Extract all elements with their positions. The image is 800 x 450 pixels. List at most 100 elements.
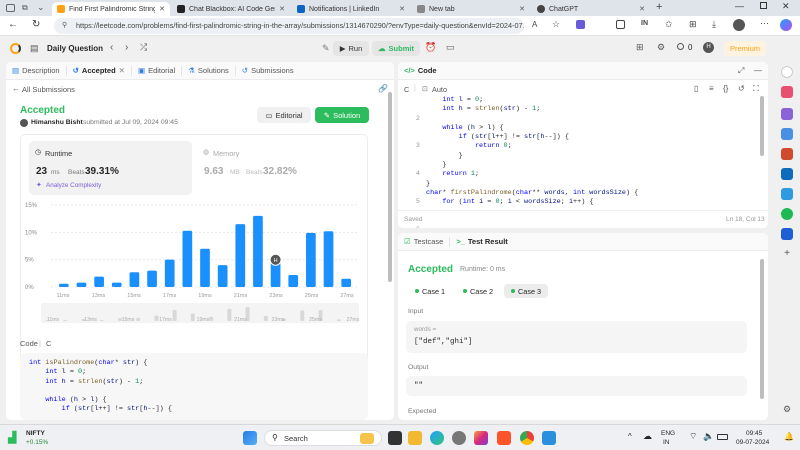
language-top[interactable]: ENG xyxy=(661,430,675,437)
send-icon[interactable] xyxy=(781,188,793,200)
tools-icon[interactable] xyxy=(781,108,793,120)
expand-icon[interactable]: ⤢ xyxy=(738,66,744,76)
language-bottom[interactable]: IN xyxy=(663,439,670,446)
close-icon[interactable]: ✕ xyxy=(639,5,645,13)
minimize-icon[interactable]: — xyxy=(735,1,744,11)
chrome-icon[interactable] xyxy=(781,228,793,240)
tray-chevron-icon[interactable]: ^ xyxy=(628,432,632,441)
tab-testcase[interactable]: ☑ Testcase xyxy=(398,236,451,247)
chrome-icon[interactable] xyxy=(520,431,534,445)
instagram-icon[interactable] xyxy=(474,431,488,445)
format-icon[interactable]: ≡ xyxy=(709,84,714,93)
tab-editorial[interactable]: ▣ Editorial xyxy=(132,65,183,76)
favorite-icon[interactable]: ☆ xyxy=(552,19,560,30)
task-view-icon[interactable] xyxy=(388,431,402,445)
language-select[interactable]: C xyxy=(404,85,409,94)
downloads-icon[interactable]: ⤓ xyxy=(712,19,716,30)
notes-icon[interactable]: ▭ xyxy=(446,42,455,53)
office-icon[interactable] xyxy=(781,148,793,160)
layout-icon[interactable]: ⊞ xyxy=(636,42,644,53)
volume-icon[interactable]: 🔈 xyxy=(703,431,714,442)
bookmark-icon[interactable]: ▯ xyxy=(694,84,698,93)
leetcode-logo[interactable] xyxy=(10,43,21,54)
browser-tab-chatgpt[interactable]: ChatGPT ✕ xyxy=(532,2,650,16)
spotify-icon[interactable] xyxy=(781,208,793,220)
submit-button[interactable]: ☁ Submit xyxy=(372,41,420,56)
cloud-icon[interactable]: ☁ xyxy=(643,431,652,442)
new-tab-button[interactable]: + xyxy=(656,1,662,13)
address-bar[interactable]: ⚲ https://leetcode.com/problems/find-fir… xyxy=(54,18,524,34)
taskbar-search[interactable]: ⚲ Search xyxy=(264,430,382,446)
collapse-icon[interactable]: — xyxy=(754,66,762,75)
problem-list-icon[interactable]: ▤ xyxy=(30,43,39,54)
browser-tab-blackbox[interactable]: Chat Blackbox: AI Code Generatio ✕ xyxy=(172,2,290,16)
settings-app-icon[interactable] xyxy=(452,431,466,445)
stock-chart-icon[interactable]: ▟ xyxy=(8,431,16,444)
editorial-button[interactable]: ▭ Editorial xyxy=(257,107,311,123)
games-icon[interactable] xyxy=(781,128,793,140)
code-braces-icon[interactable]: {} xyxy=(723,84,728,93)
output-box[interactable]: "" xyxy=(406,376,747,396)
timer-icon[interactable]: ⏰ xyxy=(425,42,436,53)
ticker-name[interactable]: NIFTY xyxy=(26,430,45,437)
analyze-complexity-link[interactable]: Analyze Complexity xyxy=(46,182,101,189)
runtime-card[interactable]: ◷ Runtime 23 ms Beats 39.31% ✦ Analyze C… xyxy=(29,141,192,195)
profile-avatar[interactable] xyxy=(733,19,745,31)
daily-question-label[interactable]: Daily Question xyxy=(47,44,103,53)
case-2-tab[interactable]: Case 2 xyxy=(456,284,500,298)
more-icon[interactable]: ⋯ xyxy=(760,18,769,29)
case-3-tab[interactable]: Case 3 xyxy=(504,284,549,298)
back-icon[interactable]: ← xyxy=(12,84,20,93)
fullscreen-icon[interactable]: ⛶ xyxy=(753,84,759,94)
left-panel-scrollbar[interactable] xyxy=(388,92,392,282)
search-icon[interactable] xyxy=(781,66,793,78)
copilot-icon[interactable] xyxy=(781,86,793,98)
browser-menu-icon[interactable] xyxy=(6,4,15,12)
notification-bell-icon[interactable]: 🔔 xyxy=(784,432,794,441)
windows-start-icon[interactable] xyxy=(243,431,257,445)
premium-button[interactable]: Premium xyxy=(724,41,766,56)
tab-submissions[interactable]: ↺ Submissions xyxy=(236,66,300,76)
tab-solutions[interactable]: ⚗ Solutions xyxy=(182,65,236,76)
split-screen-icon[interactable] xyxy=(616,20,625,29)
copilot-icon[interactable] xyxy=(780,19,792,31)
input-box[interactable]: words = ["def","ghi"] xyxy=(406,321,747,353)
run-button[interactable]: ▶ Run xyxy=(333,41,369,56)
tab-code[interactable]: </> Code xyxy=(398,66,443,76)
close-icon[interactable]: ✕ xyxy=(279,5,285,13)
mode-label[interactable]: Auto xyxy=(432,85,447,94)
prev-problem-icon[interactable]: ‹ xyxy=(110,42,113,53)
reset-icon[interactable]: ↺ xyxy=(738,84,745,93)
close-icon[interactable]: ✕ xyxy=(519,5,525,13)
clock-time[interactable]: 09:45 xyxy=(746,430,762,437)
site-info-icon[interactable]: ⚲ xyxy=(62,18,67,34)
solution-button[interactable]: ✎ Solution xyxy=(315,107,369,123)
maximize-icon[interactable] xyxy=(760,2,767,9)
collections-icon[interactable]: ⊞ xyxy=(689,19,697,30)
file-explorer-icon[interactable] xyxy=(408,431,422,445)
close-icon[interactable]: ✕ xyxy=(399,5,405,13)
settings-icon[interactable]: ⚙ xyxy=(657,42,665,53)
code-preview[interactable]: int isPalindrome(char* str) { int l = 0;… xyxy=(20,353,368,420)
add-sidebar-icon[interactable]: + xyxy=(781,248,793,260)
shuffle-icon[interactable]: ⤮ xyxy=(140,42,147,53)
vscode-icon[interactable] xyxy=(542,431,556,445)
back-icon[interactable]: ← xyxy=(8,19,18,30)
wifi-icon[interactable]: ⌔ xyxy=(689,431,697,442)
close-window-icon[interactable]: ✕ xyxy=(782,1,790,12)
browser-tab-linkedin[interactable]: Notifications | LinkedIn ✕ xyxy=(292,2,410,16)
browser-tab-leetcode[interactable]: Find First Palindromic String in t ✕ xyxy=(52,2,170,16)
tab-search-icon[interactable]: ⌄ xyxy=(37,2,45,13)
case-1-tab[interactable]: Case 1 xyxy=(408,284,452,298)
all-submissions-link[interactable]: All Submissions xyxy=(22,85,75,94)
battery-icon[interactable] xyxy=(717,434,728,440)
clock-date[interactable]: 09-07-2024 xyxy=(736,439,769,446)
close-icon[interactable]: ✕ xyxy=(159,5,165,13)
sidebar-settings-icon[interactable]: ⚙ xyxy=(781,404,793,416)
submitter-name[interactable]: Himanshu Bisht xyxy=(31,119,83,126)
tab-actions-icon[interactable]: ⧉ xyxy=(22,3,28,13)
share-link-icon[interactable]: 🔗 xyxy=(378,84,388,93)
favorites-icon[interactable]: ✩ xyxy=(665,19,673,30)
edge-icon[interactable] xyxy=(430,431,444,445)
brave-icon[interactable] xyxy=(497,431,511,445)
